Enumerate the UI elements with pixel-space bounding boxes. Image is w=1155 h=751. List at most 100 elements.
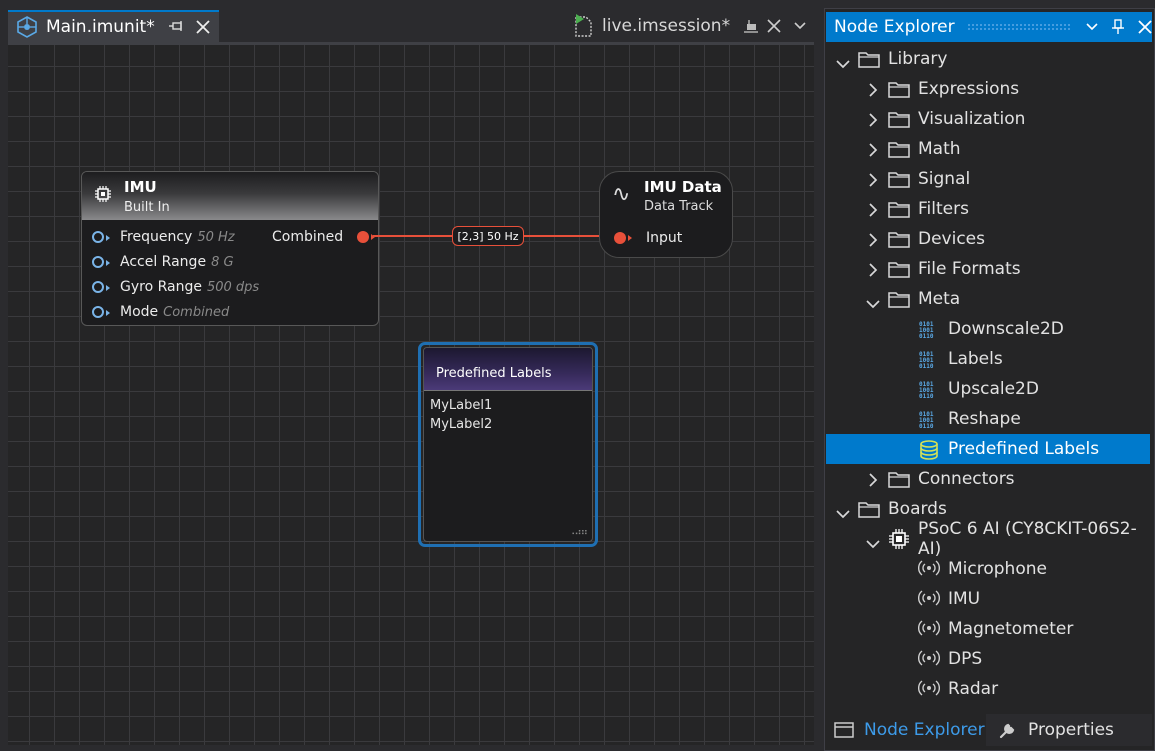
tree-item-microphone[interactable]: Microphone: [826, 554, 1150, 584]
input-port-icon[interactable]: [92, 256, 110, 268]
chevron-right-icon[interactable]: [868, 472, 880, 487]
binary-icon: 0101 1001 0110: [918, 380, 938, 400]
tree-item-label: Visualization: [918, 109, 1026, 129]
tree-item-psoc-6-ai-cy8ckit-06s2-ai[interactable]: PSoC 6 AI (CY8CKIT-06S2-AI): [826, 519, 1150, 559]
data-track-node[interactable]: ∿ IMU Data Data Track Input: [599, 171, 733, 258]
pin-icon[interactable]: [168, 21, 185, 33]
chevron-down-icon[interactable]: [794, 22, 806, 30]
output-port-dot[interactable]: [357, 231, 376, 243]
tab-live-imsession[interactable]: live.imsession*: [568, 10, 818, 42]
input-port-icon[interactable]: [92, 306, 110, 318]
graph-canvas[interactable]: IMU Built In Frequency 50 Hz Accel Range…: [8, 45, 814, 745]
node-explorer-titlebar: Node Explorer: [826, 12, 1152, 42]
input-port-accel-range[interactable]: Accel Range 8 G: [92, 252, 234, 272]
tree-item-label: DPS: [948, 649, 983, 669]
input-port-icon[interactable]: [92, 281, 110, 293]
tree-item-magnetometer[interactable]: Magnetometer: [826, 614, 1150, 644]
tree-item-labels[interactable]: 0101 1001 0110 Labels: [826, 344, 1150, 374]
chevron-down-icon[interactable]: [1085, 23, 1098, 31]
tree-item-radar[interactable]: Radar: [826, 674, 1150, 704]
input-port-icon[interactable]: [92, 231, 110, 243]
tree-item-imu[interactable]: IMU: [826, 584, 1150, 614]
port-label: Combined: [272, 229, 344, 245]
tree-item-predefined-labels[interactable]: Predefined Labels: [826, 434, 1150, 464]
data-track-subtitle: Data Track: [644, 199, 714, 214]
tree-item-label: Meta: [918, 289, 961, 309]
tree-item-label: Connectors: [918, 469, 1015, 489]
tab-properties[interactable]: Properties: [990, 714, 1130, 746]
connection-badge[interactable]: [2,3] 50 Hz: [452, 226, 524, 246]
sensor-icon: [918, 560, 940, 576]
tree-item-meta[interactable]: Meta: [826, 284, 1150, 314]
sensor-icon: [918, 680, 940, 696]
imu-node-header[interactable]: IMU Built In: [82, 172, 378, 220]
tree-item-math[interactable]: Math: [826, 134, 1150, 164]
tree-item-connectors[interactable]: Connectors: [826, 464, 1150, 494]
chevron-right-icon[interactable]: [868, 232, 880, 247]
chevron-right-icon[interactable]: [868, 262, 880, 277]
chevron-right-icon[interactable]: [868, 202, 880, 217]
port-label: Input: [646, 230, 683, 246]
chevron-right-icon[interactable]: [868, 142, 880, 157]
input-port-gyro-range[interactable]: Gyro Range 500 dps: [92, 277, 259, 297]
tree-item-reshape[interactable]: 0101 1001 0110 Reshape: [826, 404, 1150, 434]
input-port-input[interactable]: Input: [614, 228, 682, 248]
input-port-frequency[interactable]: Frequency 50 Hz: [92, 227, 235, 247]
chevron-down-icon[interactable]: [836, 504, 850, 519]
port-label: Accel Range: [120, 254, 207, 270]
output-port-combined[interactable]: Combined: [272, 227, 376, 247]
close-icon[interactable]: [766, 18, 782, 34]
tab-properties-label: Properties: [1028, 720, 1114, 740]
folder-icon: [888, 140, 910, 158]
tree-item-label: Filters: [918, 199, 969, 219]
resize-grip-icon[interactable]: ⠠⠴⠶: [568, 527, 588, 538]
drag-grip[interactable]: [966, 23, 1072, 31]
tab-node-explorer[interactable]: Node Explorer: [826, 714, 986, 746]
port-value: 500 dps: [206, 279, 260, 295]
port-label: Mode: [120, 304, 159, 320]
predefined-labels-title[interactable]: Predefined Labels: [424, 348, 592, 391]
tree-item-label: Labels: [948, 349, 1003, 369]
tree-item-downscale2d[interactable]: 0101 1001 0110 Downscale2D: [826, 314, 1150, 344]
input-port-dot[interactable]: [614, 232, 632, 244]
close-icon[interactable]: [1137, 20, 1152, 34]
svg-text:0110: 0110: [919, 423, 934, 430]
database-icon: [918, 440, 938, 460]
chevron-right-icon[interactable]: [868, 82, 880, 97]
folder-icon: [888, 230, 910, 248]
chevron-down-icon[interactable]: [866, 534, 880, 549]
chevron-right-icon[interactable]: [868, 172, 880, 187]
pin-icon[interactable]: [744, 19, 759, 33]
tree-item-label: Downscale2D: [948, 319, 1064, 339]
close-icon[interactable]: [195, 19, 211, 35]
tree-item-label: PSoC 6 AI (CY8CKIT-06S2-AI): [918, 519, 1137, 559]
tree-item-expressions[interactable]: Expressions: [826, 74, 1150, 104]
input-port-mode[interactable]: Mode Combined: [92, 302, 229, 322]
tab-main-imunit[interactable]: Main.imunit*: [8, 10, 219, 42]
tree-item-devices[interactable]: Devices: [826, 224, 1150, 254]
tab-node-explorer-label: Node Explorer: [864, 720, 985, 740]
port-value: Combined: [163, 304, 230, 320]
imunit-icon: [17, 16, 37, 38]
label-item[interactable]: MyLabel2: [430, 417, 492, 432]
tree-item-label: Upscale2D: [948, 379, 1039, 399]
tree-item-visualization[interactable]: Visualization: [826, 104, 1150, 134]
tree-item-file-formats[interactable]: File Formats: [826, 254, 1150, 284]
pin-icon[interactable]: [1111, 19, 1124, 35]
imu-node[interactable]: IMU Built In Frequency 50 Hz Accel Range…: [81, 171, 379, 326]
folder-icon: [888, 110, 910, 128]
tree-item-filters[interactable]: Filters: [826, 194, 1150, 224]
tree-item-library[interactable]: Library: [826, 44, 1150, 74]
chevron-down-icon[interactable]: [836, 54, 850, 69]
port-value: 50 Hz: [197, 229, 235, 245]
chevron-right-icon[interactable]: [868, 112, 880, 127]
tree-item-upscale2d[interactable]: 0101 1001 0110 Upscale2D: [826, 374, 1150, 404]
folder-icon: [888, 470, 910, 488]
label-item[interactable]: MyLabel1: [430, 398, 492, 413]
tree-item-label: Reshape: [948, 409, 1021, 429]
predefined-labels-node[interactable]: Predefined Labels MyLabel1 MyLabel2 ⠠⠴⠶: [418, 342, 598, 547]
document-tab-bar: Main.imunit* live.imsession*: [0, 0, 822, 42]
tree-item-dps[interactable]: DPS: [826, 644, 1150, 674]
tree-item-signal[interactable]: Signal: [826, 164, 1150, 194]
chevron-down-icon[interactable]: [866, 294, 880, 309]
